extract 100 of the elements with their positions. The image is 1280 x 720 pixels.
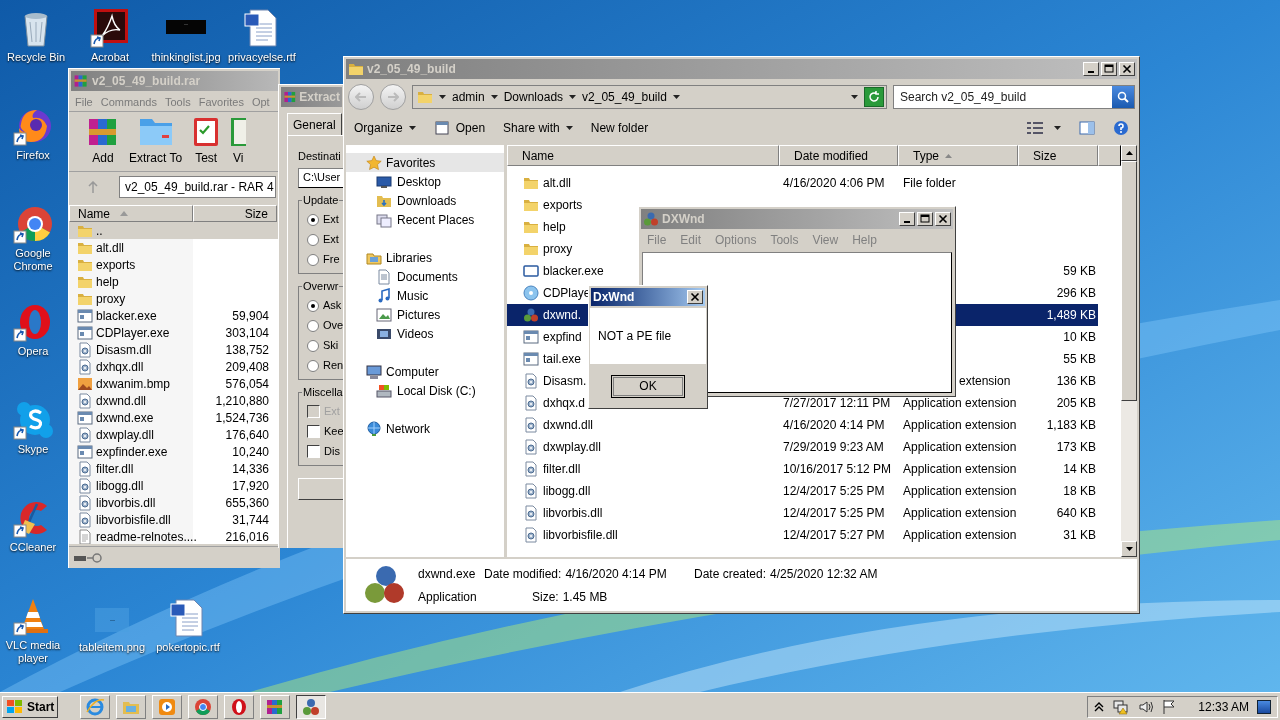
file-size: 1,183 KB (1046, 417, 1096, 434)
file-size: 10,240 (232, 443, 269, 461)
field-label: Destinati (298, 149, 342, 164)
option-label: Ski (323, 338, 339, 354)
file-name: libogg.dll (543, 483, 591, 500)
option-label: Ask (323, 298, 342, 314)
file-size: 17,920 (232, 477, 269, 495)
date-modified: 12/4/2017 5:25 PM (783, 506, 885, 520)
file-size: 18 KB (1063, 483, 1096, 500)
file-type: File folder (903, 176, 956, 190)
detail-label: Date created: (694, 565, 767, 583)
file-type: Application extension (903, 484, 1017, 498)
file-name: libvorbis.dll (96, 494, 156, 512)
file-size: 640 KB (1056, 505, 1096, 522)
window-title: v2_05_49_build (367, 61, 456, 78)
message-text: NOT a PE file (598, 328, 672, 345)
clock: 12:33 AM (1198, 698, 1249, 716)
date-modified: 10/16/2017 5:12 PM (783, 462, 892, 476)
file-size: 14,336 (232, 460, 269, 478)
file-name: alt.dll (543, 175, 571, 192)
date-modified: 4/16/2020 4:14 PM (783, 418, 885, 432)
file-name: dxhqx.dll (96, 358, 144, 376)
file-name: CDPlayer.exe (96, 324, 170, 342)
file-name: filter.dll (96, 460, 134, 478)
file-type: Application extension (903, 396, 1017, 410)
file-name: proxy (543, 241, 573, 258)
file-name: libogg.dll (96, 477, 144, 495)
window-title: Extract (299, 89, 340, 106)
file-size: 1,489 KB (1046, 307, 1096, 324)
file-size: 216,016 (225, 528, 269, 545)
detail-value: 4/16/2020 4:14 PM (565, 565, 667, 583)
file-name: dxwnd.exe (418, 565, 477, 583)
file-name: alt.dll (96, 239, 124, 257)
file-name: dxwnd.dll (543, 417, 594, 434)
file-name: CDPlaye (543, 285, 591, 302)
option-label: Ext (323, 212, 339, 228)
file-size: 31,744 (232, 511, 269, 529)
file-type: Application extension (903, 440, 1017, 454)
file-name: filter.dll (543, 461, 581, 478)
file-kind: Application (418, 588, 478, 606)
file-name: dxwnd. (543, 307, 582, 324)
file-size: 296 KB (1056, 285, 1096, 302)
file-name: tail.exe (543, 351, 582, 368)
file-name: libvorbisfile.dll (96, 511, 171, 529)
file-type: extension (958, 374, 1011, 388)
file-size: 176,640 (225, 426, 269, 444)
file-name: exports (543, 197, 583, 214)
file-size: 138,752 (225, 341, 269, 359)
file-size: 303,104 (225, 324, 269, 342)
file-size: 136 KB (1056, 373, 1096, 390)
file-size: 14 KB (1063, 461, 1096, 478)
file-size: 1,524,736 (215, 409, 269, 427)
detail-label: Size: (532, 588, 559, 606)
file-name: libvorbis.dll (543, 505, 603, 522)
date-modified: 12/4/2017 5:27 PM (783, 528, 885, 542)
file-size: 173 KB (1056, 439, 1096, 456)
option-label: Fre (323, 252, 340, 268)
file-name: dxhqx.d (543, 395, 586, 412)
detail-value: 4/25/2020 12:32 AM (770, 565, 878, 583)
date-modified: 7/29/2019 9:23 AM (783, 440, 884, 454)
file-name: expfind (543, 329, 582, 346)
file-name: libvorbisfile.dll (543, 527, 618, 544)
file-size: 1,210,880 (215, 392, 269, 410)
file-type: Application extension (903, 506, 1017, 520)
file-name: readme-relnotes.... (96, 528, 197, 545)
file-size: 10 KB (1063, 329, 1096, 346)
file-size: 31 KB (1063, 527, 1096, 544)
file-size: 576,054 (225, 375, 269, 393)
window-title: v2_05_49_build.rar (92, 72, 201, 90)
file-name: Disasm. (543, 373, 587, 390)
file-size: 205 KB (1056, 395, 1096, 412)
file-size: 655,360 (225, 494, 269, 512)
window-title: DXWnd (662, 211, 705, 228)
window-title: DxWnd (593, 289, 635, 306)
date-modified: 4/16/2020 4:06 PM (783, 176, 885, 190)
option-label: Kee (324, 424, 344, 440)
file-name: exports (96, 256, 136, 274)
detail-value: 1.45 MB (562, 588, 608, 606)
file-name: dxwnd.dll (96, 392, 147, 410)
file-name: blacker.exe (96, 307, 157, 325)
file-size: 209,408 (225, 358, 269, 376)
date-modified: 12/4/2017 5:25 PM (783, 484, 885, 498)
file-name: .. (96, 222, 103, 240)
file-type: Application extension (903, 418, 1017, 432)
file-name: help (96, 273, 119, 291)
detail-label: Date modified: (484, 565, 562, 583)
file-name: Disasm.dll (96, 341, 152, 359)
file-name: proxy (96, 290, 126, 308)
option-label: Ove (323, 318, 344, 334)
file-name: help (543, 219, 566, 236)
file-name: dxwplay.dll (543, 439, 601, 456)
file-name: dxwnd.exe (96, 409, 154, 427)
file-name: dxwplay.dll (96, 426, 154, 444)
option-label: Ren (323, 358, 344, 374)
option-label: Ext (323, 232, 339, 248)
file-type: Application extension (903, 462, 1017, 476)
file-size: 55 KB (1063, 351, 1096, 368)
file-name: expfinder.exe (96, 443, 168, 461)
file-size: 59,904 (232, 307, 269, 325)
file-size: 59 KB (1063, 263, 1096, 280)
